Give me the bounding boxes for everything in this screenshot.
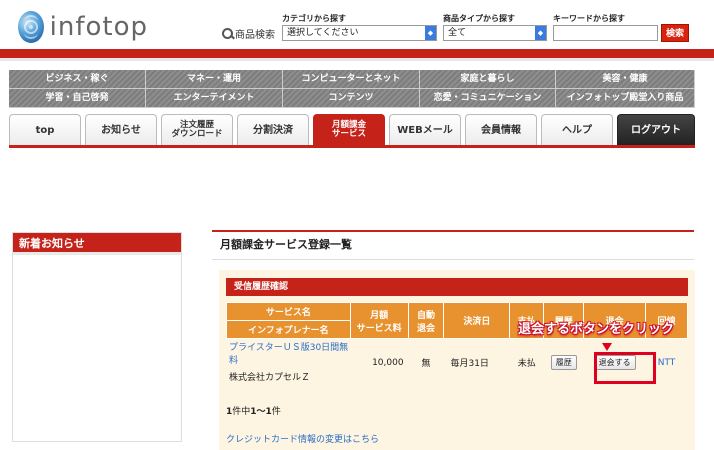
tab-installment[interactable]: 分割決済 <box>237 114 309 145</box>
main-tabs: top お知らせ 注文履歴 ダウンロード 分割決済 月額課金 サービス WEBメ… <box>9 114 695 148</box>
category-hall-of-fame[interactable]: インフォトップ殿堂入り商品 <box>556 89 695 108</box>
news-sidebar: 新着お知らせ <box>12 232 182 442</box>
category-money[interactable]: マネー・運用 <box>146 70 283 89</box>
category-business[interactable]: ビジネス・稼ぐ <box>9 70 146 89</box>
globe-logo-icon <box>18 11 44 43</box>
page: infotop 商品検索 カテゴリから探す 選択してください ◆ 商品タイプから… <box>0 0 714 450</box>
status-cell: 未払 <box>509 338 545 387</box>
category-home[interactable]: 家庭と暮らし <box>420 70 556 89</box>
logout-button[interactable]: ログアウト <box>617 114 695 145</box>
service-name-link[interactable]: プライスターＵＳ版30日間無料 <box>229 343 348 366</box>
tab-webmail[interactable]: WEBメール <box>389 114 461 145</box>
settlement-date-cell: 毎月31日 <box>443 338 511 387</box>
select-arrow-icon: ◆ <box>425 26 436 40</box>
result-count-suffix: 件 <box>271 407 281 417</box>
search-button[interactable]: 検索 <box>661 24 689 42</box>
logo-text: infotop <box>49 12 148 42</box>
credit-card-change-link[interactable]: クレジットカード情報の変更はこちら <box>226 432 379 445</box>
col-monthly-fee-line1: 月額 <box>370 310 389 321</box>
product-search-label: 商品検索 <box>235 30 275 41</box>
col-monthly-fee-line2: サービス料 <box>356 323 402 334</box>
result-count-range: 1〜1 <box>250 407 272 417</box>
col-auto-line2: 退会 <box>417 323 436 334</box>
col-settlement-date: 決済日 <box>443 302 511 339</box>
col-auto-line1: 自動 <box>417 310 436 321</box>
panel-title: 受信履歴確認 <box>226 278 688 296</box>
col-service-name: サービス名 <box>226 302 351 321</box>
category-entertainment[interactable]: エンターテイメント <box>146 89 283 108</box>
sidebar-title: 新着お知らせ <box>13 233 181 255</box>
tab-monthly-line2: サービス <box>331 129 366 139</box>
fee-cell: 10,000 <box>349 338 409 387</box>
category-computer[interactable]: コンピューターとネット <box>283 70 420 89</box>
type-select[interactable]: 全て ◆ <box>443 25 547 41</box>
col-monthly-fee: 月額 サービス料 <box>349 302 409 339</box>
carrier-link[interactable]: NTT <box>658 358 676 368</box>
callout-arrow-icon <box>602 343 612 351</box>
highlight-box <box>594 352 656 384</box>
col-auto-cancel: 自動 退会 <box>407 302 445 339</box>
tab-help[interactable]: ヘルプ <box>541 114 613 145</box>
auto-cell: 無 <box>407 338 445 387</box>
tab-news[interactable]: お知らせ <box>85 114 157 145</box>
select-arrow-icon: ◆ <box>535 26 546 40</box>
category-select-value: 選択してください <box>287 28 359 38</box>
category-beauty[interactable]: 美容・健康 <box>556 70 695 89</box>
keyword-input[interactable] <box>553 25 658 41</box>
infopreneur-cell: 株式会社カプセルＺ <box>226 366 351 387</box>
search-icon <box>222 28 234 40</box>
tab-order-history[interactable]: 注文履歴 ダウンロード <box>161 114 233 145</box>
service-name-cell: プライスターＵＳ版30日間無料 <box>226 338 351 367</box>
result-count-mid: 件中 <box>232 407 251 417</box>
category-nav: ビジネス・稼ぐ マネー・運用 コンピューターとネット 家庭と暮らし 美容・健康 … <box>9 70 695 108</box>
history-cell: 履歴 <box>543 338 585 387</box>
type-select-value: 全て <box>448 28 467 38</box>
category-romance[interactable]: 恋愛・コミュニケーション <box>420 89 556 108</box>
result-count: 1件中1〜1件 <box>226 404 281 417</box>
tab-order-history-line2: ダウンロード <box>171 129 223 139</box>
category-select[interactable]: 選択してください ◆ <box>282 25 437 41</box>
category-contents[interactable]: コンテンツ <box>283 89 420 108</box>
tab-top[interactable]: top <box>9 114 81 145</box>
instruction-callout: 退会するボタンをクリック <box>518 322 675 337</box>
col-infopreneur: インフォプレナー名 <box>226 320 351 339</box>
category-learning[interactable]: 学習・自己啓発 <box>9 89 146 108</box>
type-search-label: 商品タイプから探す <box>443 14 515 23</box>
keyword-search-label: キーワードから探す <box>553 14 625 23</box>
infotop-logo[interactable]: infotop <box>18 10 148 44</box>
tab-monthly-service[interactable]: 月額課金 サービス <box>313 114 385 145</box>
site-header: infotop 商品検索 カテゴリから探す 選択してください ◆ 商品タイプから… <box>0 0 714 48</box>
tab-member-info[interactable]: 会員情報 <box>465 114 537 145</box>
page-title: 月額課金サービス登録一覧 <box>212 230 694 260</box>
header-divider <box>0 49 714 61</box>
category-search-label: カテゴリから探す <box>282 14 346 23</box>
history-button[interactable]: 履歴 <box>550 355 577 370</box>
